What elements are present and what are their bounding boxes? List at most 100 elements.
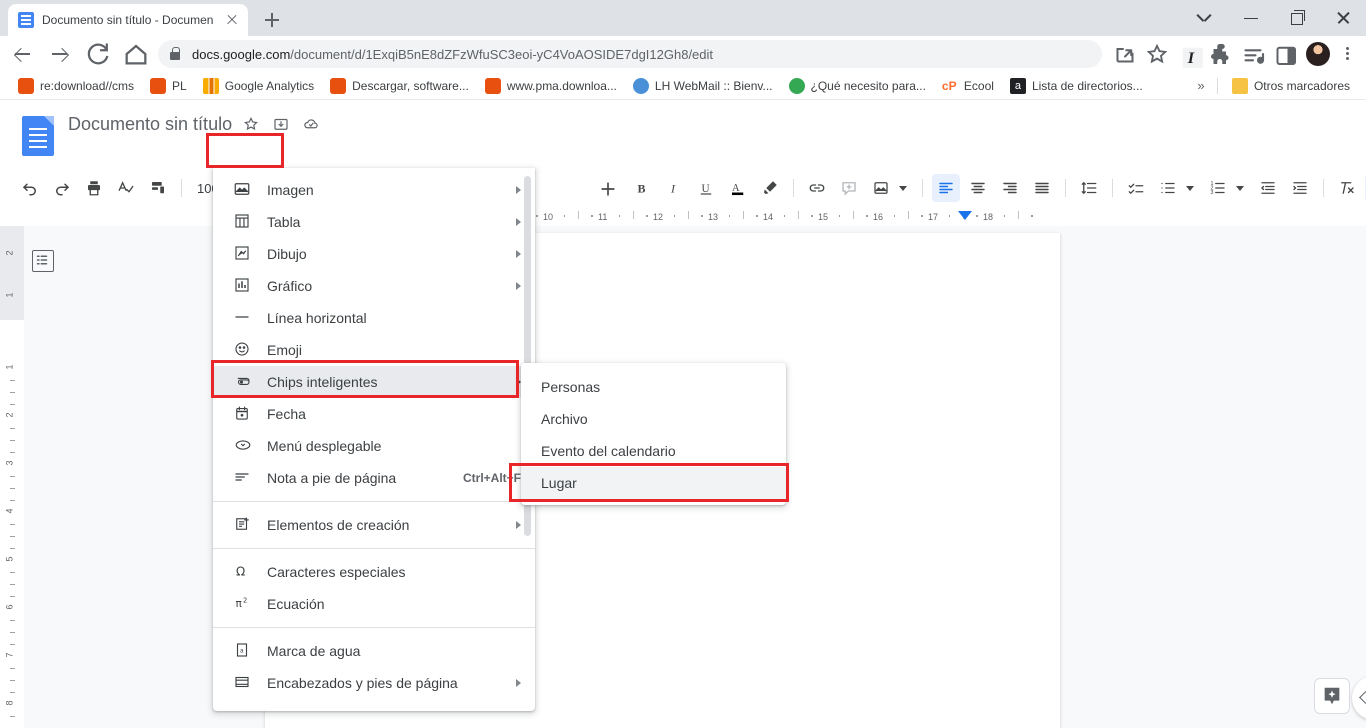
menu-item-encabezados-pies[interactable]: Encabezados y pies de página [213,667,535,699]
ruler-tick: 18 [983,212,994,222]
highlight-color-icon[interactable] [756,174,784,202]
submenu-item-archivo[interactable]: Archivo [521,403,786,435]
other-bookmarks-folder[interactable]: Otros marcadores [1224,74,1358,98]
share-link-icon[interactable] [1110,39,1140,69]
bulleted-list-icon[interactable] [1154,174,1182,202]
document-outline-icon[interactable] [32,250,54,272]
bookmark-item[interactable]: re:download//cms [10,74,142,98]
italic-extension-icon[interactable]: I [1174,39,1204,69]
document-title[interactable]: Documento sin título [68,114,232,135]
firefox-icon [484,77,501,94]
chevron-down-icon[interactable] [1182,0,1228,36]
align-justify-icon[interactable] [1028,174,1056,202]
bookmark-item[interactable]: a Lista de directorios... [1002,74,1151,98]
maximize-button[interactable] [1274,0,1320,36]
explore-icon[interactable] [1314,678,1350,714]
menu-item-caracteres-especiales[interactable]: Ω Caracteres especiales [213,556,535,588]
back-icon[interactable] [6,38,38,70]
insert-image-icon[interactable] [867,174,895,202]
bookmark-item[interactable]: Google Analytics [195,74,322,98]
line-spacing-icon[interactable] [1075,174,1103,202]
ruler-tick: 1 [4,292,15,298]
star-icon[interactable] [242,115,262,135]
bookmark-item[interactable]: ¿Qué necesito para... [781,74,934,98]
side-panel-toggle[interactable] [1352,676,1366,720]
menu-item-chips-inteligentes[interactable]: Chips inteligentes [213,366,535,398]
submenu-item-personas[interactable]: Personas [521,371,786,403]
insert-link-icon[interactable] [803,174,831,202]
increase-indent-icon[interactable] [1286,174,1314,202]
browser-menu-icon[interactable] [1334,39,1360,69]
move-to-folder-icon[interactable] [272,115,292,135]
bulleted-list-chevron-down-icon[interactable] [1186,185,1195,191]
home-icon[interactable] [120,38,152,70]
menu-item-grafico[interactable]: Gráfico [213,270,535,302]
image-options-chevron-down-icon[interactable] [899,185,908,191]
undo-icon[interactable] [16,174,44,202]
clear-formatting-icon[interactable] [1333,174,1361,202]
align-right-icon[interactable] [996,174,1024,202]
insert-plus-button[interactable] [592,174,624,202]
redo-icon[interactable] [48,174,76,202]
submenu-item-evento-calendario[interactable]: Evento del calendario [521,435,786,467]
text-color-icon[interactable]: A [724,174,752,202]
side-panel-icon[interactable] [1270,39,1300,69]
google-docs-favicon-icon [18,12,34,28]
google-docs-logo-icon[interactable] [22,116,54,156]
bookmark-label: Descargar, software... [352,78,469,93]
numbered-list-icon[interactable]: 123 [1204,174,1232,202]
reload-icon[interactable] [82,38,114,70]
menu-item-dibujo[interactable]: Dibujo [213,238,535,270]
cloud-saved-icon[interactable] [302,115,322,135]
minimize-button[interactable] [1228,0,1274,36]
bookmark-item[interactable]: PL [142,74,195,98]
bookmark-label: re:download//cms [40,78,135,93]
close-icon[interactable] [224,12,240,28]
submenu-item-lugar[interactable]: Lugar [521,467,786,499]
menu-item-elementos-de-creacion[interactable]: Elementos de creación [213,509,535,541]
bold-icon[interactable]: B [628,174,656,202]
spellcheck-icon[interactable] [112,174,140,202]
ruler-minor-tick [10,644,15,645]
italic-icon[interactable]: I [660,174,688,202]
underline-icon[interactable]: U [692,174,720,202]
menu-item-tabla[interactable]: Tabla [213,206,535,238]
chevron-double-right-icon[interactable]: » [1191,78,1211,93]
extensions-puzzle-icon[interactable] [1206,39,1236,69]
bookmark-item[interactable]: LH WebMail :: Bienv... [625,74,781,98]
ruler-minor-tick [10,596,15,597]
address-bar[interactable]: docs.google.com/document/d/1ExqiB5nE8dZF… [158,40,1102,68]
bookmark-item[interactable]: www.pma.downloa... [477,74,625,98]
checklist-icon[interactable] [1122,174,1150,202]
bookmark-star-icon[interactable] [1142,39,1172,69]
close-window-button[interactable] [1320,0,1366,36]
menu-item-nota-pie-pagina[interactable]: Nota a pie de página Ctrl+Alt+F [213,462,535,494]
media-playlist-icon[interactable] [1238,39,1268,69]
paint-format-icon[interactable] [144,174,172,202]
menu-item-shortcut: Ctrl+Alt+F [462,471,521,485]
profile-avatar[interactable] [1306,42,1330,66]
add-comment-icon[interactable] [835,174,863,202]
bookmark-item[interactable]: Descargar, software... [322,74,477,98]
browser-tab[interactable]: Documento sin título - Documen [8,4,248,36]
menu-item-ecuacion[interactable]: π2 Ecuación [213,588,535,620]
menu-item-marca-de-agua[interactable]: a Marca de agua [213,635,535,667]
menu-item-menu-desplegable[interactable]: Menú desplegable [213,430,535,462]
new-tab-button[interactable] [258,6,286,34]
menu-item-emoji[interactable]: Emoji [213,334,535,366]
print-icon[interactable] [80,174,108,202]
url-path: /document/d/1ExqiB5nE8dZFzWfuSC3eoi-yC4V… [290,46,714,62]
align-center-icon[interactable] [964,174,992,202]
decrease-indent-icon[interactable] [1254,174,1282,202]
menu-item-fecha[interactable]: Fecha [213,398,535,430]
align-left-icon[interactable] [932,174,961,202]
menu-item-linea-horizontal[interactable]: Línea horizontal [213,302,535,334]
right-indent-marker[interactable] [958,211,972,220]
horizontal-ruler[interactable]: 56789101112131415161718 [0,206,1366,226]
forward-icon[interactable] [44,38,76,70]
insert-menu-dropdown: Imagen Tabla Dibujo Gráfico Línea horizo… [213,168,535,711]
bookmark-item[interactable]: cP Ecool [934,74,1002,98]
menu-item-imagen[interactable]: Imagen [213,174,535,206]
divider [793,179,795,197]
numbered-list-chevron-down-icon[interactable] [1236,185,1245,191]
